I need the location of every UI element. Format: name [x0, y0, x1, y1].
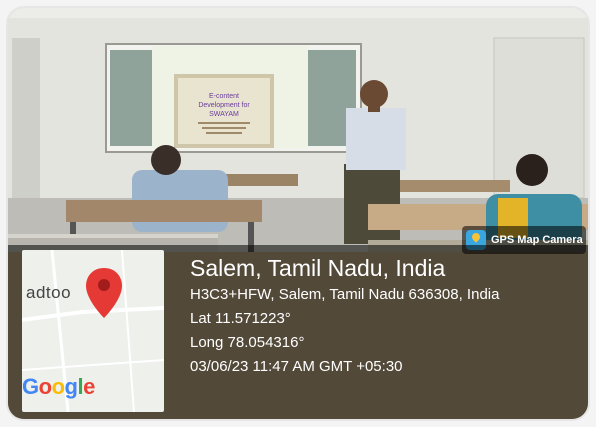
location-address: H3C3+HFW, Salem, Tamil Nadu 636308, Indi… [190, 286, 500, 303]
photo-frame: E-content Development for SWAYAM GPS Map… [0, 0, 596, 427]
map-street-label: adtoo [26, 283, 72, 302]
slide-title-line2: Development for [198, 102, 250, 109]
google-logo: Google [22, 374, 95, 399]
location-city: Salem, Tamil Nadu, India [190, 255, 446, 281]
slide-title-line3: SWAYAM [209, 111, 239, 118]
location-longitude: Long 78.054316° [190, 334, 305, 351]
geotag-overlay: adtoo Google Salem, Tamil Nadu, India H3… [8, 245, 588, 419]
slide-title-line1: E-content [209, 93, 239, 100]
location-latitude: Lat 11.571223° [190, 310, 291, 327]
location-datetime: 03/06/23 11:47 AM GMT +05:30 [190, 358, 403, 375]
location-pin-icon [86, 268, 122, 318]
location-info: Salem, Tamil Nadu, India H3C3+HFW, Salem… [190, 253, 499, 379]
map-thumbnail: adtoo Google [22, 250, 164, 412]
